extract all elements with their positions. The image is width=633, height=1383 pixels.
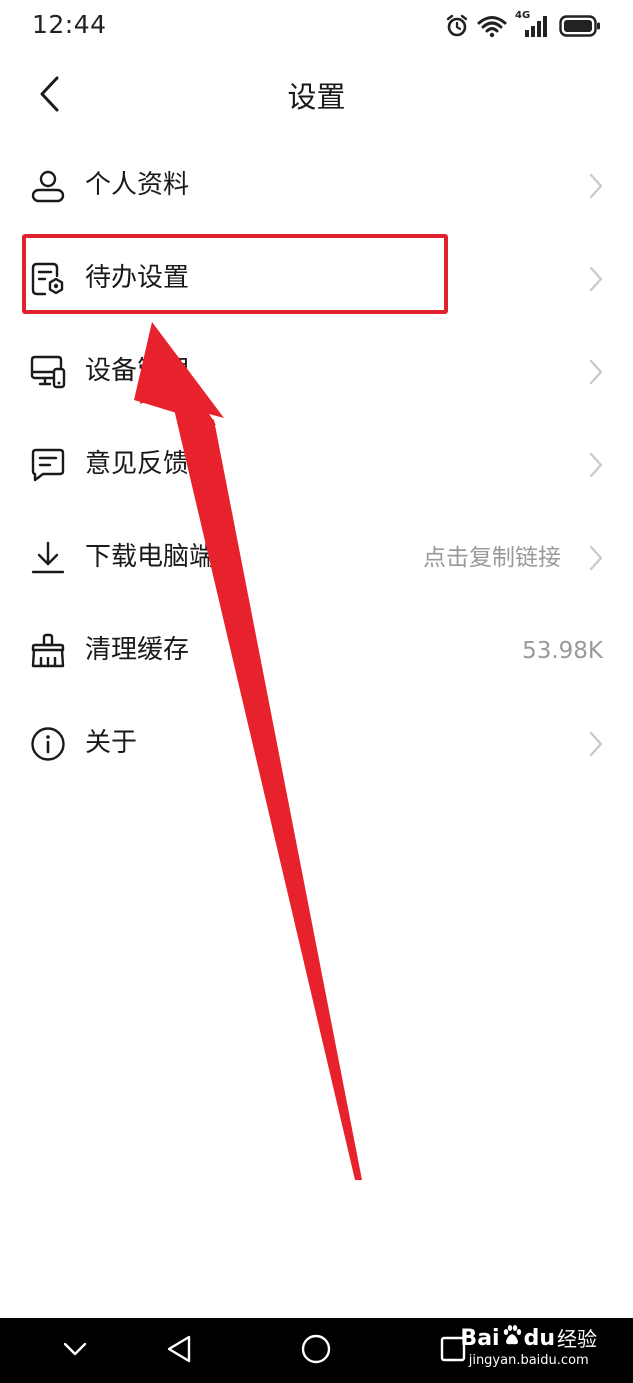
header: 设置 [0,52,633,140]
chevron-right-icon [589,266,603,292]
settings-item-todo[interactable]: 待办设置 [0,233,633,326]
nav-home-button[interactable] [299,1334,333,1368]
status-icons: 4G [445,10,601,40]
settings-item-about[interactable]: 关于 [0,698,633,791]
settings-item-label: 清理缓存 [85,635,190,665]
user-icon [30,168,66,204]
cache-size: 53.98K [522,638,603,664]
devices-icon [30,354,66,390]
chevron-down-icon [62,1341,88,1361]
settings-item-label: 待办设置 [85,263,190,293]
chevron-right-icon [589,173,603,199]
settings-item-label: 设备管理 [85,356,190,386]
settings-item-download[interactable]: 下载电脑端 点击复制链接 [0,512,633,605]
info-icon [30,726,66,762]
settings-item-label: 意见反馈 [85,449,190,479]
navigation-bar: Bai du 经验 jingyan.baidu.com [0,1318,633,1383]
settings-item-devices[interactable]: 设备管理 [0,326,633,419]
status-time: 12:44 [32,10,107,39]
settings-item-label: 关于 [85,728,138,758]
chevron-right-icon [589,359,603,385]
settings-item-feedback[interactable]: 意见反馈 [0,419,633,512]
message-icon [30,447,66,483]
wifi-icon [477,14,507,38]
watermark-url: jingyan.baidu.com [468,1353,589,1368]
chevron-right-icon [589,731,603,757]
settings-item-label: 下载电脑端 [85,542,216,572]
paw-icon [502,1324,522,1353]
chevron-right-icon [589,452,603,478]
page-title: 设置 [287,80,346,114]
broom-icon [30,633,66,669]
chevron-right-icon [589,545,603,571]
copy-link-text[interactable]: 点击复制链接 [423,542,561,574]
todo-settings-icon [30,261,66,297]
settings-item-cache[interactable]: 清理缓存 53.98K [0,605,633,698]
hide-nav-button[interactable] [58,1334,92,1368]
network-type-label: 4G [515,10,531,21]
status-bar: 12:44 4G [0,0,633,52]
signal-icon: 4G [515,10,551,38]
baidu-logo: Bai du 经验 [460,1324,597,1353]
settings-list: 个人资料 待办设置 设备管理 意见反馈 下载电脑端 点击复制链接 清理缓存 53… [0,140,633,791]
battery-icon [559,14,601,38]
triangle-back-icon [165,1334,193,1368]
circle-home-icon [300,1333,332,1369]
settings-item-profile[interactable]: 个人资料 [0,140,633,233]
download-icon [30,540,66,576]
nav-back-button[interactable] [162,1334,196,1368]
settings-item-label: 个人资料 [85,170,190,200]
alarm-icon [445,14,469,38]
baidu-jingyan-watermark: Bai du 经验 jingyan.baidu.com [460,1324,597,1369]
